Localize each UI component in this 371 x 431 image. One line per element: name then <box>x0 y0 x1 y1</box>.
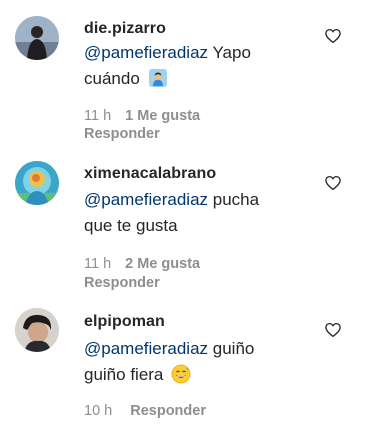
comment-username[interactable]: die.pizarro <box>84 20 166 38</box>
heart-outline-icon[interactable] <box>324 174 342 192</box>
heart-outline-icon[interactable] <box>324 321 342 339</box>
avatar[interactable] <box>15 308 59 352</box>
comment-text: @pamefieradiaz Yapo cuándo <box>84 40 314 96</box>
comment-meta: 11 h 2 Me gusta <box>84 256 200 272</box>
comment-text-part: que te gusta <box>84 216 178 235</box>
reply-button[interactable]: Responder <box>84 275 160 291</box>
comment-text-part: Yapo <box>208 43 251 62</box>
person-shrugging-emoji <box>148 68 168 96</box>
comment-text-part: guiño <box>208 339 255 358</box>
comment-meta: 10 h Responder <box>84 403 206 419</box>
comment-likes[interactable]: 2 Me gusta <box>125 256 200 272</box>
mention-link[interactable]: @pamefieradiaz <box>84 339 208 358</box>
comment-time[interactable]: 10 h <box>84 403 112 419</box>
mention-link[interactable]: @pamefieradiaz <box>84 43 208 62</box>
avatar[interactable] <box>15 16 59 60</box>
comment-text-part: cuándo <box>84 69 140 88</box>
heart-outline-icon[interactable] <box>324 27 342 45</box>
mention-link[interactable]: @pamefieradiaz <box>84 190 208 209</box>
comment-username[interactable]: ximenacalabrano <box>84 165 216 183</box>
comment-text: @pamefieradiaz guiño guiño fiera <box>84 336 314 392</box>
comment-time[interactable]: 11 h <box>84 256 111 272</box>
comment-text-part: pucha <box>208 190 260 209</box>
grinning-sweat-emoji <box>171 364 191 392</box>
reply-button[interactable]: Responder <box>130 403 206 419</box>
reply-button[interactable]: Responder <box>84 126 160 142</box>
comment-meta: 11 h 1 Me gusta <box>84 108 200 124</box>
comment-time[interactable]: 11 h <box>84 108 111 124</box>
avatar[interactable] <box>15 161 59 205</box>
comment-text: @pamefieradiaz pucha que te gusta <box>84 187 314 239</box>
comment-username[interactable]: elpipoman <box>84 313 165 331</box>
comment-likes[interactable]: 1 Me gusta <box>125 108 200 124</box>
comment-text-part: guiño fiera <box>84 365 164 384</box>
